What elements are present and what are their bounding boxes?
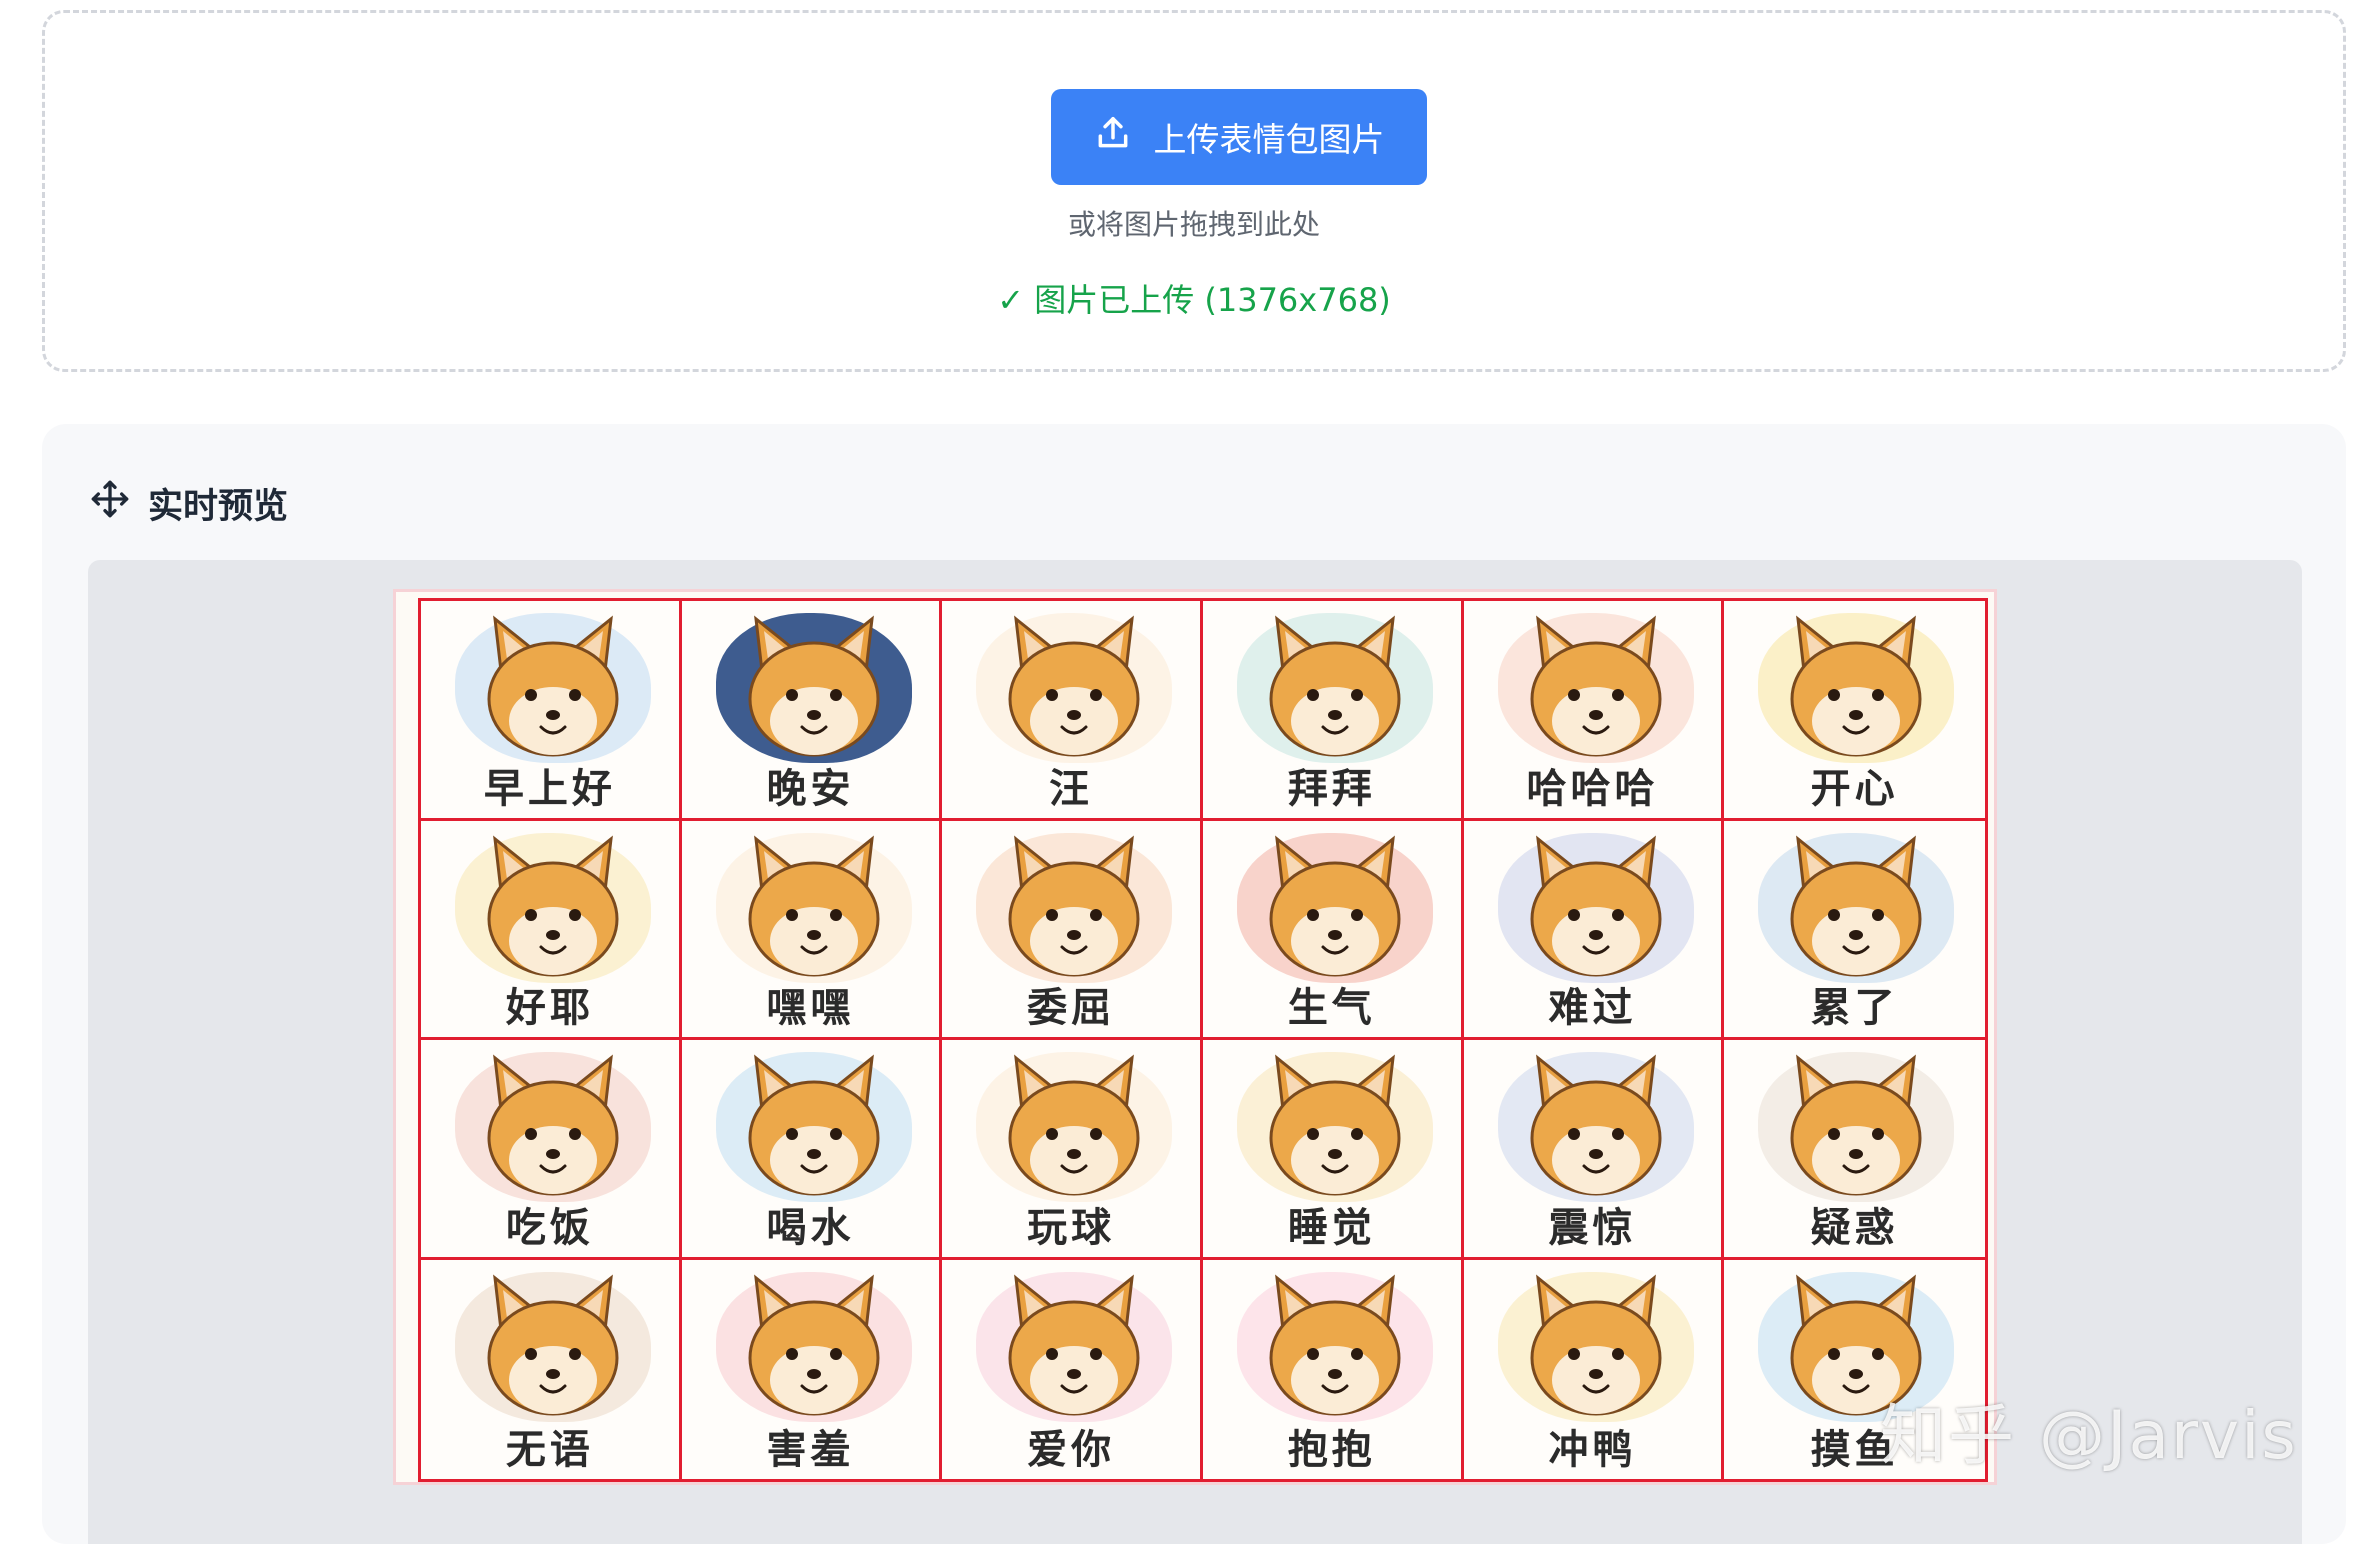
sticker-label: 抱抱 [1287,1427,1376,1473]
sticker-sheet: 早上好 晚安 汪 拜拜 哈哈哈 开心好耶 嘿嘿 委屈 生气 难过 累了吃饭 喝水 玩球 睡觉 震惊 疑惑无语 害… [396,592,1994,1482]
sticker-cell[interactable]: 好耶 [421,820,682,1040]
preview-title: 实时预览 [148,487,289,527]
shiba-dog-illustration [473,831,633,981]
sticker-label: 好耶 [505,985,594,1031]
move-icon [90,479,130,528]
sticker-label: 玩球 [1027,1204,1116,1251]
sticker-label: 吃饭 [505,1204,594,1251]
sticker-cell[interactable]: 委屈 [942,820,1203,1040]
sticker-cell[interactable]: 喝水 [681,1040,943,1260]
shiba-dog-illustration [473,1270,633,1420]
sticker-label: 睡觉 [1287,1204,1376,1251]
sticker-label: 晚安 [766,765,855,812]
sticker-cell[interactable]: 害羞 [681,1259,943,1479]
upload-dropzone[interactable]: 上传表情包图片 或将图片拖拽到此处 ✓ 图片已上传 (1376x768) [42,10,2346,372]
shiba-dog-illustration [1776,611,1936,761]
sticker-cell[interactable]: 震惊 [1463,1040,1725,1260]
sticker-cell[interactable]: 无语 [421,1259,682,1479]
shiba-dog-illustration [1516,1270,1676,1420]
sticker-label: 汪 [1049,765,1094,812]
shiba-dog-illustration [734,1270,894,1420]
shiba-dog-illustration [994,1050,1154,1200]
shiba-dog-illustration [1516,1050,1676,1200]
shiba-dog-illustration [1776,831,1936,981]
upload-button-label: 上传表情包图片 [1153,120,1385,159]
sticker-cell[interactable]: 难过 [1463,820,1725,1040]
shiba-dog-illustration [473,611,633,761]
sticker-label: 喝水 [766,1204,855,1251]
shiba-dog-illustration [1255,1050,1415,1200]
sticker-cell[interactable]: 早上好 [421,601,682,821]
sticker-label: 早上好 [483,765,616,812]
sticker-cell[interactable]: 爱你 [942,1259,1203,1479]
shiba-dog-illustration [1776,1050,1936,1200]
sticker-cell[interactable]: 睡觉 [1202,1040,1464,1260]
shiba-dog-illustration [1516,831,1676,981]
shiba-dog-illustration [734,831,894,981]
shiba-dog-illustration [994,1270,1154,1420]
drag-hint-text: 或将图片拖拽到此处 [1067,208,1320,241]
sticker-cell[interactable]: 嘿嘿 [681,820,943,1040]
shiba-dog-illustration [734,611,894,761]
sticker-cell[interactable]: 抱抱 [1202,1259,1464,1479]
sticker-label: 生气 [1287,985,1376,1031]
upload-icon [1094,114,1132,160]
shiba-dog-illustration [1255,831,1415,981]
shiba-dog-illustration [473,1050,633,1200]
sticker-label: 爱你 [1027,1427,1116,1473]
sticker-cell[interactable]: 哈哈哈 [1463,601,1725,821]
shiba-dog-illustration [734,1050,894,1200]
sticker-cell[interactable]: 拜拜 [1202,601,1464,821]
sticker-cell[interactable]: 累了 [1724,820,1985,1040]
sticker-label: 震惊 [1548,1204,1637,1251]
sticker-label: 委屈 [1027,985,1116,1031]
shiba-dog-illustration [994,831,1154,981]
shiba-dog-illustration [1255,1270,1415,1420]
sticker-label: 无语 [505,1427,594,1473]
sticker-label: 累了 [1810,985,1899,1031]
sticker-grid: 早上好 晚安 汪 拜拜 哈哈哈 开心好耶 嘿嘿 委屈 生气 难过 累了吃饭 喝水 玩球 睡觉 震惊 疑惑无语 害… [418,598,1988,1482]
sticker-label: 害羞 [766,1427,855,1473]
sticker-cell[interactable]: 吃饭 [421,1040,682,1260]
sticker-cell[interactable]: 玩球 [942,1040,1203,1260]
shiba-dog-illustration [1516,611,1676,761]
upload-status: ✓ 图片已上传 (1376x768) [997,281,1391,319]
preview-header: 实时预览 [90,478,288,529]
sticker-label: 难过 [1548,985,1637,1031]
preview-panel: 实时预览 早上好 晚安 汪 拜拜 哈哈哈 开心好耶 嘿嘿 委屈 生气 难过 累了吃饭 喝水 玩球 睡觉 震惊… [42,424,2346,1544]
upload-button[interactable]: 上传表情包图片 [1051,89,1427,185]
sticker-cell[interactable]: 疑惑 [1724,1040,1985,1260]
sticker-cell[interactable]: 汪 [942,601,1203,821]
sticker-label: 开心 [1810,765,1899,812]
sticker-label: 冲鸭 [1548,1427,1637,1473]
sticker-cell[interactable]: 晚安 [681,601,943,821]
sticker-label: 拜拜 [1287,765,1376,812]
sticker-label: 疑惑 [1810,1204,1899,1251]
sticker-cell[interactable]: 开心 [1724,601,1985,821]
sticker-cell[interactable]: 冲鸭 [1463,1259,1725,1479]
shiba-dog-illustration [1255,611,1415,761]
watermark: 知乎 @Jarvis [1880,1397,2298,1474]
sticker-label: 哈哈哈 [1526,765,1659,812]
sticker-cell[interactable]: 生气 [1202,820,1464,1040]
sticker-label: 嘿嘿 [766,985,855,1031]
shiba-dog-illustration [994,611,1154,761]
